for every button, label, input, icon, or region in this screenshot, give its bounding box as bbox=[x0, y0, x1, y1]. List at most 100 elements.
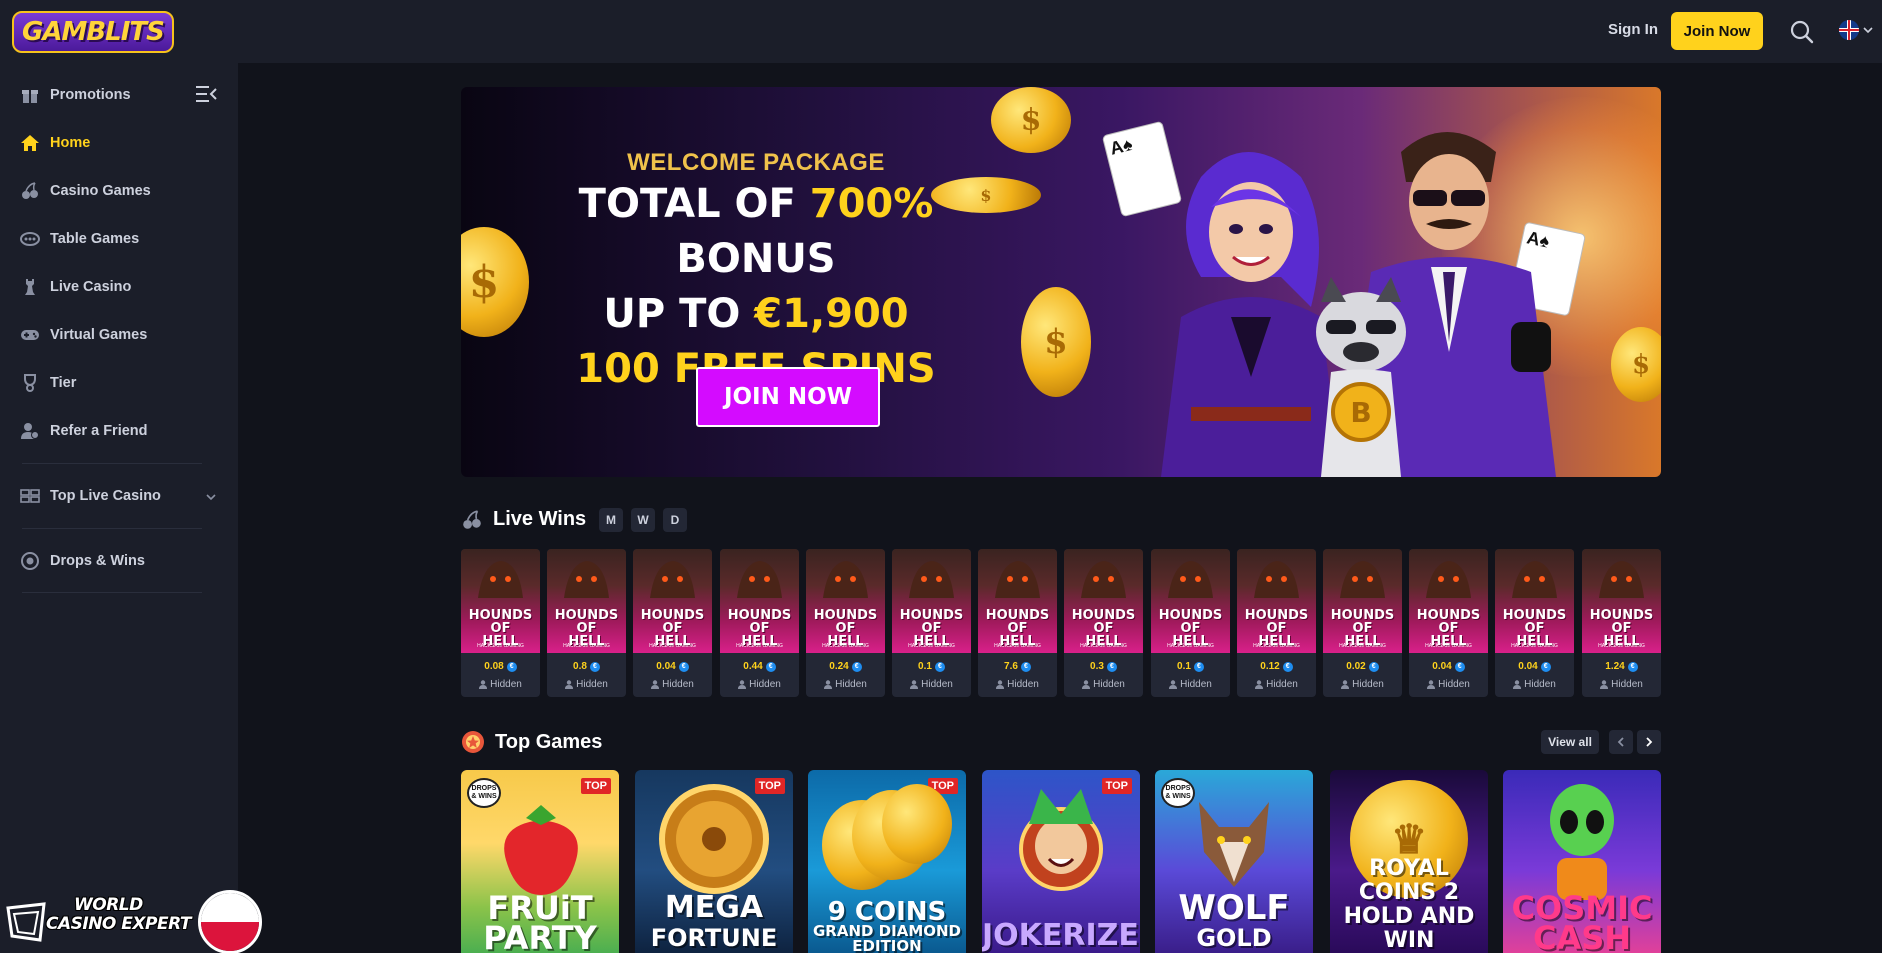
filter-month-button[interactable]: M bbox=[599, 508, 623, 532]
win-user: Hidden bbox=[1237, 676, 1316, 693]
game-title-line: EDITION bbox=[852, 937, 922, 953]
user-icon bbox=[1513, 680, 1522, 689]
drops-wins-icon bbox=[20, 551, 40, 571]
coin-icon: $ bbox=[991, 87, 1071, 153]
sidebar-item-promotions[interactable]: Promotions bbox=[20, 82, 131, 108]
sidebar-item-label: Home bbox=[50, 135, 91, 151]
game-thumbnail: HOUNDS OF HELL HACKSAW GAMING bbox=[892, 549, 971, 653]
sidebar: Promotions Home Casino Games Table Games… bbox=[0, 63, 238, 953]
gamepad-icon bbox=[20, 325, 40, 345]
hound-illustration bbox=[1081, 561, 1126, 598]
euro-coin-icon: € bbox=[1106, 661, 1117, 672]
live-win-card[interactable]: HOUNDS OF HELL HACKSAW GAMING 0.3 € Hidden bbox=[1064, 549, 1143, 697]
language-selector[interactable] bbox=[1839, 20, 1873, 40]
sidebar-item-live-casino[interactable]: Live Casino bbox=[20, 274, 131, 300]
next-arrow-button[interactable] bbox=[1637, 730, 1661, 754]
sidebar-divider bbox=[22, 592, 202, 593]
sidebar-item-refer-a-friend[interactable]: Refer a Friend bbox=[20, 418, 148, 444]
hound-illustration bbox=[995, 561, 1040, 598]
dog-character-illustration: B bbox=[1316, 277, 1406, 477]
search-icon[interactable] bbox=[1788, 18, 1816, 46]
site-logo[interactable]: GAMBLITS bbox=[12, 11, 174, 53]
game-tile-royal-coins-2[interactable]: ♛ ROYAL COINS 2 HOLD AND WIN bbox=[1330, 770, 1488, 953]
chevron-down-icon[interactable] bbox=[206, 492, 216, 502]
win-amount: 0.12 € bbox=[1237, 657, 1316, 676]
banner-join-now-button[interactable]: JOIN NOW bbox=[696, 367, 880, 427]
game-studio: HACKSAW GAMING bbox=[1598, 643, 1645, 649]
filter-week-button[interactable]: W bbox=[631, 508, 655, 532]
sidebar-item-home[interactable]: Home bbox=[20, 130, 90, 156]
live-win-card[interactable]: HOUNDS OF HELL HACKSAW GAMING 0.1 € Hidden bbox=[1151, 549, 1230, 697]
user-icon bbox=[910, 680, 919, 689]
hound-illustration bbox=[1168, 561, 1213, 598]
collapse-sidebar-icon[interactable] bbox=[195, 85, 217, 103]
game-title-line: 9 COINS bbox=[827, 897, 947, 927]
world-casino-expert-watermark: WORLD CASINO EXPERT bbox=[0, 890, 265, 953]
view-all-button[interactable]: View all bbox=[1541, 730, 1599, 754]
euro-coin-icon: € bbox=[934, 661, 945, 672]
win-user: Hidden bbox=[1151, 676, 1230, 693]
sidebar-item-table-games[interactable]: Table Games bbox=[20, 226, 139, 252]
sidebar-item-casino-games[interactable]: Casino Games bbox=[20, 178, 151, 204]
win-amount: 0.1 € bbox=[1151, 657, 1230, 676]
game-title-line: JOKERIZER bbox=[982, 918, 1140, 953]
game-tile-jokerizer[interactable]: TOP JOKERIZER bbox=[982, 770, 1140, 953]
euro-coin-icon: € bbox=[589, 661, 600, 672]
live-win-card[interactable]: HOUNDS OF HELL HACKSAW GAMING 0.24 € Hidden bbox=[806, 549, 885, 697]
sidebar-item-top-live-casino[interactable]: Top Live Casino bbox=[20, 483, 161, 509]
live-win-card[interactable]: HOUNDS OF HELL HACKSAW GAMING 0.04 € Hidden bbox=[633, 549, 712, 697]
game-studio: HACKSAW GAMING bbox=[477, 643, 524, 649]
sidebar-item-label: Virtual Games bbox=[50, 327, 148, 343]
banner-headline: WELCOME PACKAGE TOTAL OF 700% BONUS UP T… bbox=[521, 149, 991, 397]
sidebar-item-tier[interactable]: Tier bbox=[20, 370, 76, 396]
live-win-card[interactable]: HOUNDS OF HELL HACKSAW GAMING 7.6 € Hidden bbox=[978, 549, 1057, 697]
live-win-card[interactable]: HOUNDS OF HELL HACKSAW GAMING 1.24 € Hidden bbox=[1582, 549, 1661, 697]
live-win-card[interactable]: HOUNDS OF HELL HACKSAW GAMING 0.44 € Hidden bbox=[720, 549, 799, 697]
sidebar-item-virtual-games[interactable]: Virtual Games bbox=[20, 322, 147, 348]
win-amount: 0.04 € bbox=[633, 657, 712, 676]
live-win-card[interactable]: HOUNDS OF HELL HACKSAW GAMING 0.08 € Hidden bbox=[461, 549, 540, 697]
hound-illustration bbox=[478, 561, 523, 598]
live-win-card[interactable]: HOUNDS OF HELL HACKSAW GAMING 0.02 € Hidden bbox=[1323, 549, 1402, 697]
game-studio: HACKSAW GAMING bbox=[736, 643, 783, 649]
top-header: GAMBLITS Sign In Join Now bbox=[0, 0, 1882, 63]
win-user: Hidden bbox=[1064, 676, 1143, 693]
prev-arrow-button[interactable] bbox=[1609, 730, 1633, 754]
join-now-button[interactable]: Join Now bbox=[1671, 12, 1763, 50]
top-badge: TOP bbox=[580, 778, 611, 794]
game-tile-fruit-party[interactable]: DROPS & WINS TOP FRUiT PARTY bbox=[461, 770, 619, 953]
user-icon bbox=[651, 680, 660, 689]
grid-icon bbox=[20, 486, 40, 506]
live-win-card[interactable]: HOUNDS OF HELL HACKSAW GAMING 0.8 € Hidden bbox=[547, 549, 626, 697]
game-tile-9-coins[interactable]: TOP 9 COINS GRAND DIAMOND EDITION bbox=[808, 770, 966, 953]
user-icon bbox=[565, 680, 574, 689]
sidebar-divider bbox=[22, 528, 202, 529]
game-tile-mega-fortune[interactable]: TOP MEGA FORTUNE bbox=[635, 770, 793, 953]
user-icon bbox=[479, 680, 488, 689]
welcome-banner[interactable]: $ $ $ $ $ WELCOME PACKAGE TOTAL OF 700% … bbox=[461, 87, 1661, 477]
euro-coin-icon: € bbox=[1368, 661, 1379, 672]
strawberry-icon bbox=[504, 805, 578, 895]
win-user: Hidden bbox=[720, 676, 799, 693]
live-win-card[interactable]: HOUNDS OF HELL HACKSAW GAMING 0.1 € Hidden bbox=[892, 549, 971, 697]
euro-coin-icon: € bbox=[1454, 661, 1465, 672]
cherries-icon bbox=[463, 509, 481, 529]
game-tile-cosmic-cash[interactable]: COSMIC CASH bbox=[1503, 770, 1661, 953]
win-amount: 7.6 € bbox=[978, 657, 1057, 676]
filter-day-button[interactable]: D bbox=[663, 508, 687, 532]
live-win-card[interactable]: HOUNDS OF HELL HACKSAW GAMING 0.12 € Hidden bbox=[1237, 549, 1316, 697]
user-icon bbox=[738, 680, 747, 689]
game-thumbnail: HOUNDS OF HELL HACKSAW GAMING bbox=[633, 549, 712, 653]
chevron-left-icon bbox=[1617, 737, 1624, 747]
game-tile-wolf-gold[interactable]: DROPS & WINS WOLF GOLD bbox=[1155, 770, 1313, 953]
euro-coin-icon: € bbox=[1282, 661, 1293, 672]
sidebar-item-label: Refer a Friend bbox=[50, 423, 148, 439]
live-win-card[interactable]: HOUNDS OF HELL HACKSAW GAMING 0.04 € Hidden bbox=[1495, 549, 1574, 697]
win-amount: 0.8 € bbox=[547, 657, 626, 676]
win-amount: 0.04 € bbox=[1409, 657, 1488, 676]
user-icon bbox=[1082, 680, 1091, 689]
sign-in-link[interactable]: Sign In bbox=[1608, 21, 1658, 38]
live-win-card[interactable]: HOUNDS OF HELL HACKSAW GAMING 0.04 € Hidden bbox=[1409, 549, 1488, 697]
sidebar-item-drops-wins[interactable]: Drops & Wins bbox=[20, 548, 145, 574]
chevron-down-icon bbox=[1863, 27, 1873, 34]
